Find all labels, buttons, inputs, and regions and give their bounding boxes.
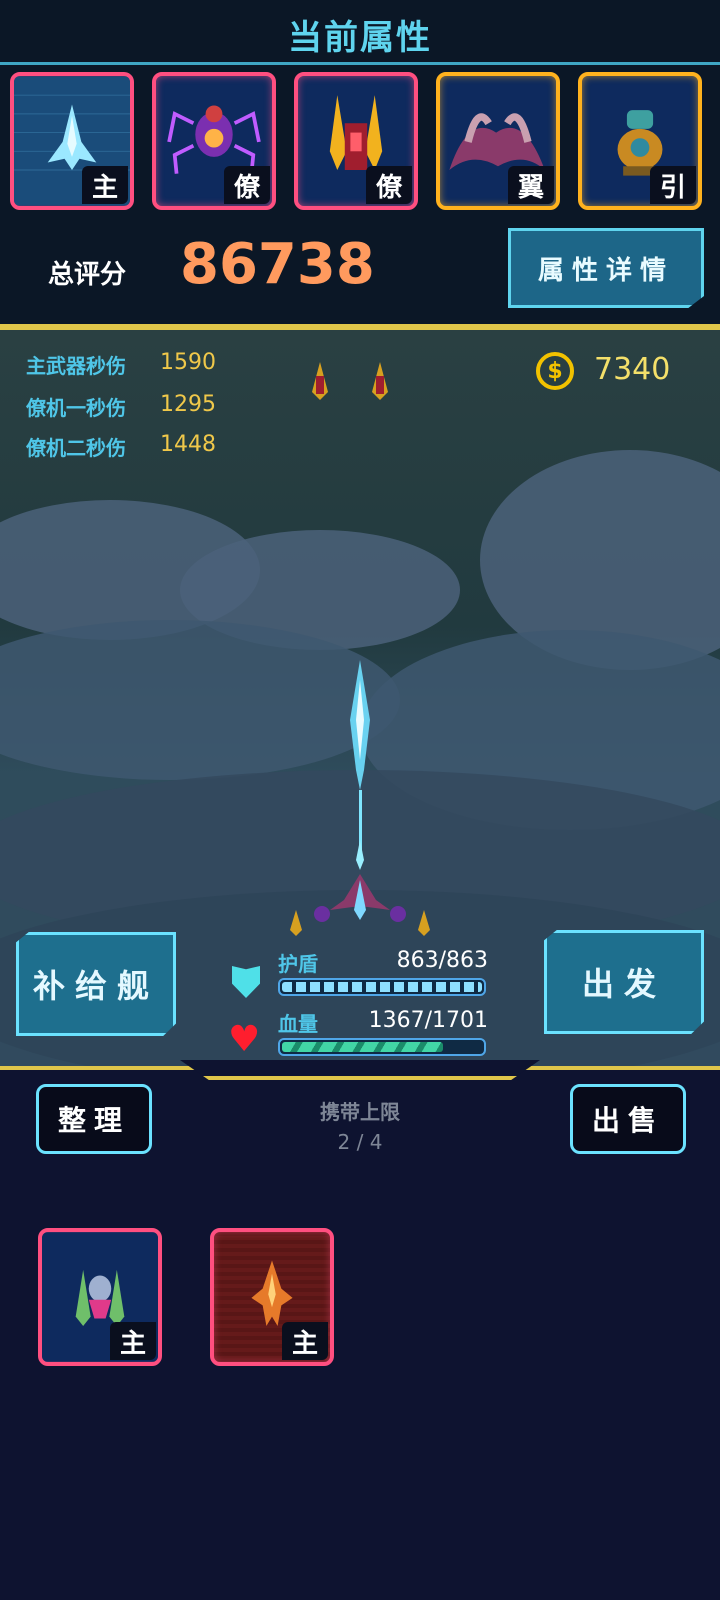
slot-tag: 僚 [224,166,270,204]
stat-value-wingman-2: 1448 [160,432,216,457]
laser-beam [350,660,370,870]
attribute-details-button[interactable]: 属性详情 [508,228,704,308]
slot-tag: 引 [650,166,696,204]
slot-tag: 主 [82,166,128,204]
coin-icon: $ [536,352,574,390]
depart-button[interactable]: 出发 [544,930,704,1034]
page-title: 当前属性 [288,18,432,58]
total-score-label: 总评分 [48,260,127,290]
stat-value-wingman-1: 1295 [160,392,216,417]
slot-engine[interactable]: 引 [578,72,702,210]
shield-bar-fill [282,982,482,992]
slot-tag: 主 [110,1322,156,1360]
slot-tag: 僚 [366,166,412,204]
shield-bar [278,978,486,996]
heart-icon: ♥ [228,1019,261,1060]
stat-label-wingman-2: 僚机二秒伤 [26,436,126,460]
stat-label-main-weapon: 主武器秒伤 [26,354,126,378]
slot-main-ship[interactable]: 主 [10,72,134,210]
divider-notch [180,1060,540,1080]
slot-tag: 主 [282,1322,328,1360]
slot-wingman-1[interactable]: 僚 [152,72,276,210]
hp-bar [278,1038,486,1056]
hp-label: 血量 [278,1012,318,1036]
inventory-item[interactable]: 主 [38,1228,162,1366]
carry-limit-label: 携带上限 [320,1100,400,1124]
header-divider [0,62,720,65]
hp-value: 1367/1701 [368,1008,488,1033]
carry-limit-value: 2 / 4 [337,1130,383,1154]
shield-value: 863/863 [396,948,488,973]
coin-balance: 7340 [594,352,671,387]
slot-wing[interactable]: 翼 [436,72,560,210]
slot-wingman-2[interactable]: 僚 [294,72,418,210]
stat-value-main-weapon: 1590 [160,350,216,375]
total-score-value: 86738 [180,232,375,297]
shield-label: 护盾 [278,952,318,976]
stat-label-wingman-1: 僚机一秒伤 [26,396,126,420]
enemy-fighters [312,362,388,400]
slot-tag: 翼 [508,166,554,204]
player-fleet [290,874,430,936]
hp-bar-fill [282,1042,443,1052]
inventory-item[interactable]: 主 [210,1228,334,1366]
supply-ship-button[interactable]: 补给舰 [16,932,176,1036]
